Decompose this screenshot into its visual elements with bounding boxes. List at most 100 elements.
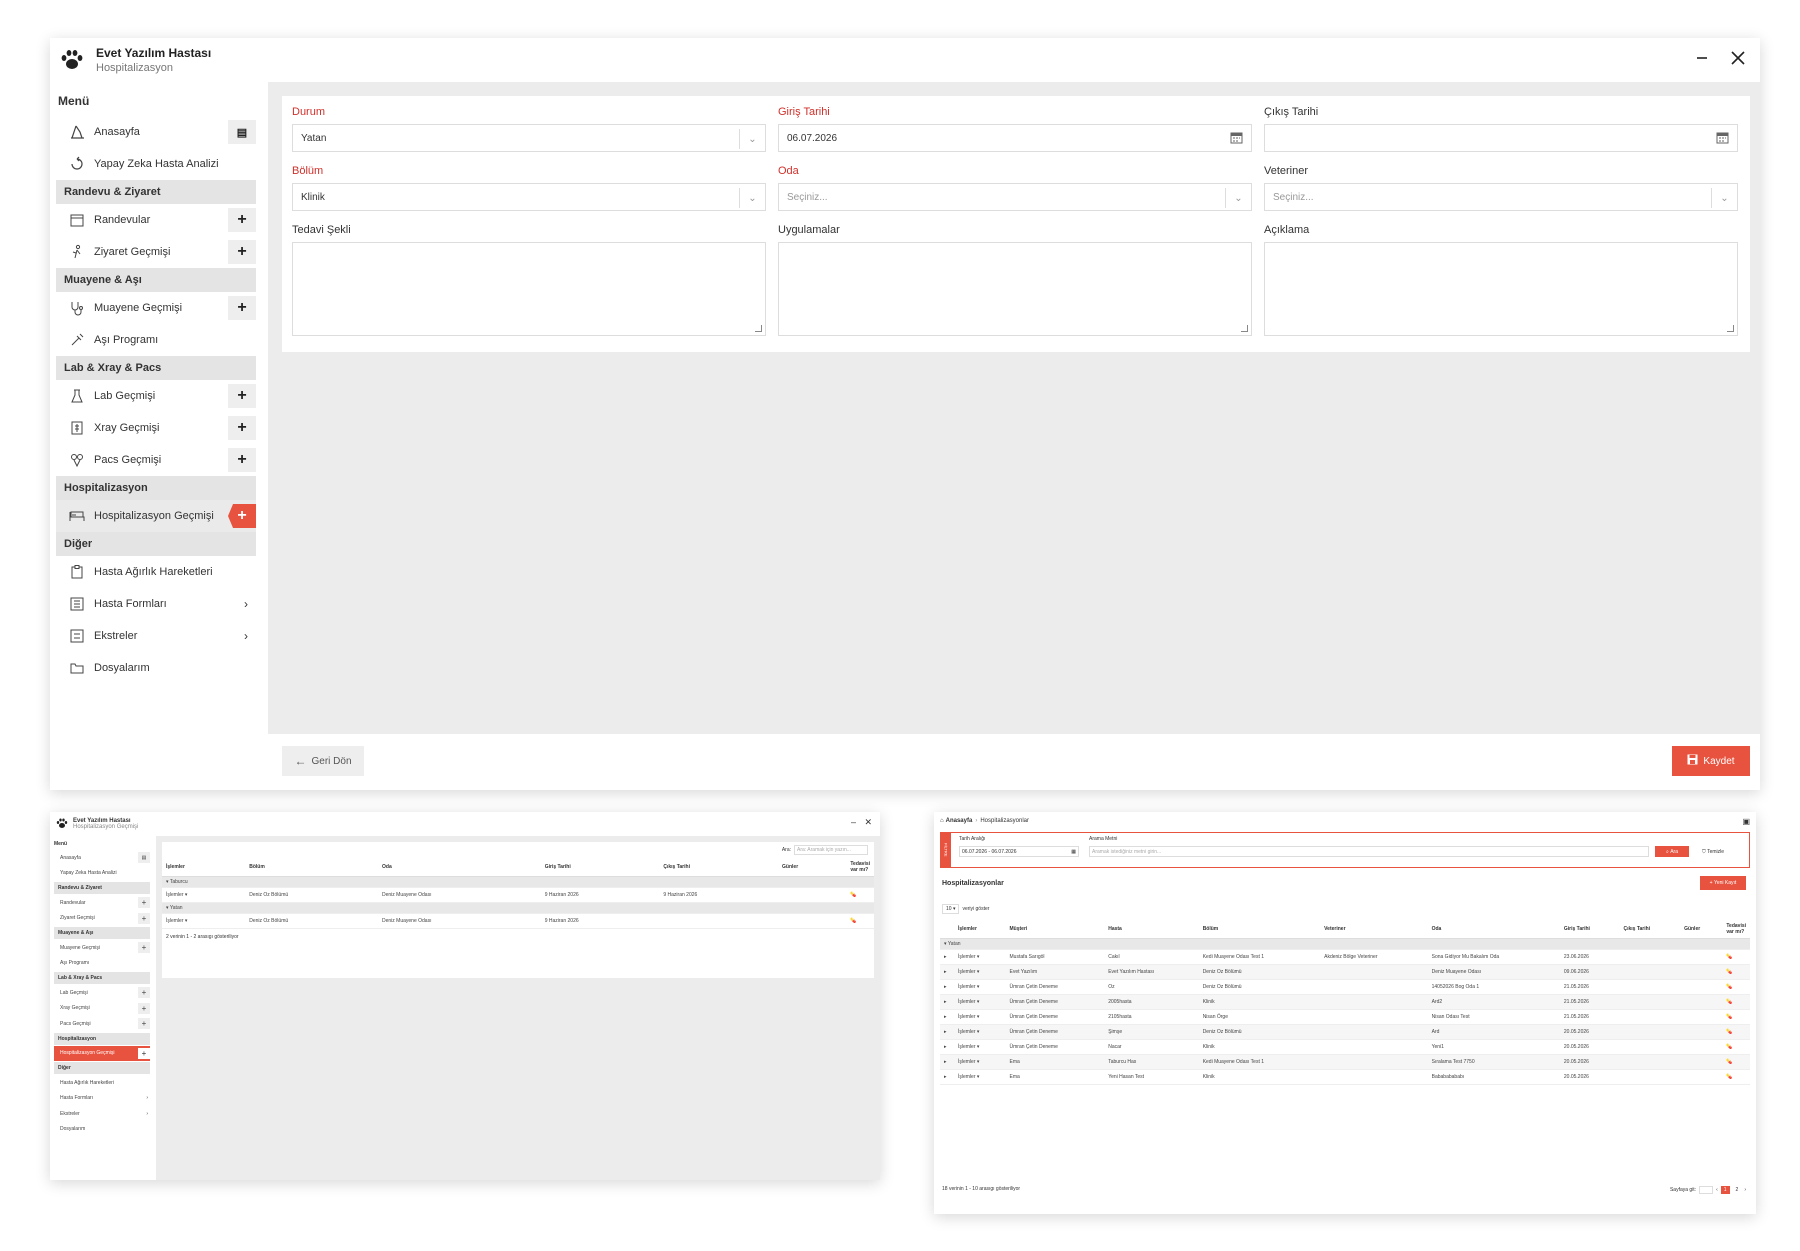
expand-row-icon[interactable]: ▸	[940, 979, 954, 995]
veteriner-select[interactable]: Seçiniz... ⌄	[1264, 183, 1738, 211]
expand-row-icon[interactable]: ▸	[940, 964, 954, 980]
customer-link[interactable]: Ema	[1005, 1069, 1105, 1085]
patient-link[interactable]: Nacar	[1104, 1039, 1199, 1055]
minimize-button[interactable]: –	[851, 817, 856, 827]
col-header[interactable]: Hasta	[1104, 920, 1199, 939]
actions-dropdown[interactable]: İşlemler ▾	[954, 1024, 1006, 1040]
close-button[interactable]	[1724, 44, 1752, 72]
col-header[interactable]: Günler	[1680, 920, 1723, 939]
col-header[interactable]: Çıkış Tarihi	[659, 858, 779, 877]
patient-link[interactable]: Şimşe	[1104, 1024, 1199, 1040]
patient-link[interactable]: Evet Yazılım Hastası	[1104, 964, 1199, 980]
customer-link[interactable]: Ümran Çetin Deneme	[1005, 979, 1105, 995]
add-randevu-button[interactable]: +	[228, 208, 256, 232]
sidebar-item-agirlik[interactable]: Hasta Ağırlık Hareketleri	[56, 556, 256, 588]
actions-dropdown[interactable]: İşlemler ▾	[954, 979, 1006, 995]
sidebar-item-asi[interactable]: Aşı Programı	[54, 956, 150, 972]
add-pacs-button[interactable]: +	[228, 448, 256, 472]
sidebar-item-dosyalarim[interactable]: Dosyalarım	[56, 652, 256, 684]
sidebar-item-anasayfa[interactable]: Anasayfa ▤	[54, 850, 150, 866]
add-muayene-button[interactable]: +	[228, 296, 256, 320]
chevron-left-icon[interactable]: ‹	[1716, 1187, 1718, 1193]
sidebar-item-ziyaret[interactable]: Ziyaret Geçmişi +	[56, 236, 256, 268]
col-header[interactable]: Tedavisi var mı?	[1722, 920, 1750, 939]
col-header[interactable]: Oda	[378, 858, 541, 877]
actions-dropdown[interactable]: İşlemler ▾	[954, 1054, 1006, 1070]
sidebar-item-pacs[interactable]: Pacs Geçmişi +	[54, 1016, 150, 1032]
sidebar-item-randevular[interactable]: Randevular +	[56, 204, 256, 236]
patient-link[interactable]: Cakıl	[1104, 949, 1199, 965]
col-header[interactable]: Bölüm	[1198, 920, 1321, 939]
bolum-select[interactable]: Klinik ⌄	[292, 183, 766, 211]
col-header[interactable]: İşlemler	[954, 920, 1006, 939]
patient-link[interactable]: Oz	[1104, 979, 1199, 995]
col-header[interactable]: Oda	[1427, 920, 1560, 939]
actions-dropdown[interactable]: İşlemler ▾	[162, 887, 246, 903]
sidebar-item-asi[interactable]: Aşı Programı	[56, 324, 256, 356]
durum-select[interactable]: Yatan ⌄	[292, 124, 766, 152]
sidebar-item-lab[interactable]: Lab Geçmişi +	[56, 380, 256, 412]
page-2[interactable]: 2	[1733, 1186, 1742, 1194]
add-button[interactable]: +	[138, 942, 150, 953]
date-range-input[interactable]: 06.07.2026 - 06.07.2026 ▦	[959, 846, 1079, 857]
sidebar-item-pacs[interactable]: Pacs Geçmişi +	[56, 444, 256, 476]
page-size-select[interactable]: 10 ▾	[942, 904, 960, 914]
expand-row-icon[interactable]: ▸	[940, 1009, 954, 1025]
calendar-icon[interactable]	[1230, 131, 1243, 147]
add-xray-button[interactable]: +	[228, 416, 256, 440]
search-input[interactable]: Ara: Aramak için yazın...	[794, 845, 868, 855]
page-goto-input[interactable]	[1699, 1186, 1714, 1194]
patient-link[interactable]: Yeni Hasan Test	[1104, 1069, 1199, 1085]
chevron-right-icon[interactable]: ›	[1744, 1187, 1746, 1193]
customer-link[interactable]: Ümran Çetin Deneme	[1005, 1024, 1105, 1040]
expand-row-icon[interactable]: ▸	[940, 994, 954, 1010]
patient-link[interactable]: 2005hasta	[1104, 994, 1199, 1010]
back-button[interactable]: ← Geri Dön	[282, 746, 364, 776]
sidebar-item-ekstreler[interactable]: Ekstreler ›	[54, 1106, 150, 1122]
new-record-button[interactable]: + Yeni Kayıt	[1700, 876, 1746, 890]
col-header[interactable]: Veteriner	[1320, 920, 1428, 939]
add-button[interactable]: +	[138, 1047, 150, 1059]
actions-dropdown[interactable]: İşlemler ▾	[954, 1069, 1006, 1085]
oda-select[interactable]: Seçiniz... ⌄	[778, 183, 1252, 211]
actions-dropdown[interactable]: İşlemler ▾	[162, 913, 246, 929]
expand-row-icon[interactable]: ▸	[940, 1069, 954, 1085]
sidebar-item-muayene[interactable]: Muayene Geçmişi +	[54, 940, 150, 956]
calendar-icon[interactable]	[1716, 131, 1729, 147]
actions-dropdown[interactable]: İşlemler ▾	[954, 964, 1006, 980]
add-button[interactable]: +	[138, 912, 150, 924]
add-hospitalizasyon-button[interactable]: +	[228, 504, 256, 528]
group-row[interactable]: ▾ Yatan	[162, 902, 874, 914]
expand-row-icon[interactable]: ▸	[940, 1054, 954, 1070]
dashboard-icon[interactable]: ▤	[228, 120, 256, 144]
actions-dropdown[interactable]: İşlemler ▾	[954, 1009, 1006, 1025]
customer-link[interactable]: Ümran Çetin Deneme	[1005, 1039, 1105, 1055]
page-1[interactable]: 1	[1720, 1186, 1730, 1194]
customer-link[interactable]: Ema	[1005, 1054, 1105, 1070]
clear-button[interactable]: ⛉ Temizle	[1693, 846, 1733, 857]
sidebar-item-muayene[interactable]: Muayene Geçmişi +	[56, 292, 256, 324]
close-button[interactable]: ✕	[864, 817, 872, 828]
patient-link[interactable]: 2105hasta	[1104, 1009, 1199, 1025]
add-button[interactable]: +	[138, 1018, 150, 1029]
sidebar-item-formlar[interactable]: Hasta Formları ›	[54, 1091, 150, 1107]
customer-link[interactable]: Evet Yazılım	[1005, 964, 1105, 980]
col-header[interactable]: Tedavisi var mı?	[846, 858, 874, 877]
sidebar-item-formlar[interactable]: Hasta Formları ›	[56, 588, 256, 620]
group-row[interactable]: ▾ Yatan	[940, 938, 1750, 950]
sidebar-item-agirlik[interactable]: Hasta Ağırlık Hareketleri	[54, 1075, 150, 1091]
search-button[interactable]: ⌕ Ara	[1655, 846, 1689, 857]
sidebar-item-ai-analysis[interactable]: Yapay Zeka Hasta Analizi	[54, 866, 150, 882]
add-button[interactable]: +	[138, 987, 150, 998]
sidebar-item-ekstreler[interactable]: Ekstreler ›	[56, 620, 256, 652]
expand-row-icon[interactable]: ▸	[940, 1039, 954, 1055]
customer-link[interactable]: Ümran Çetin Deneme	[1005, 994, 1105, 1010]
col-header[interactable]: İşlemler	[162, 858, 246, 877]
sidebar-item-hospitalizasyon[interactable]: Hospitalizasyon Geçmişi +	[56, 500, 256, 532]
expand-row-icon[interactable]: ▸	[940, 1024, 954, 1040]
patient-link[interactable]: Taburcu Has	[1104, 1054, 1199, 1070]
expand-row-icon[interactable]: ▸	[940, 949, 954, 965]
sidebar-item-xray[interactable]: Xray Geçmişi +	[54, 1001, 150, 1017]
group-row[interactable]: ▾ Taburcu	[162, 876, 874, 888]
save-button[interactable]: Kaydet	[1672, 746, 1750, 776]
